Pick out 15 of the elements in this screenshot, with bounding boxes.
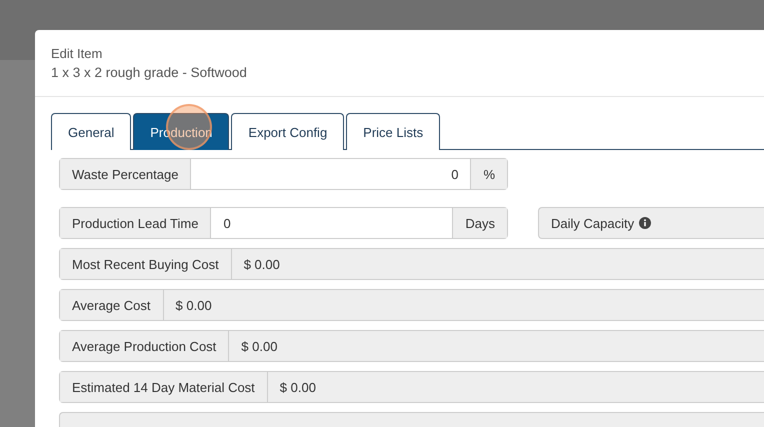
- input-field[interactable]: 0: [190, 159, 470, 189]
- dialog-title: Edit Item: [51, 45, 104, 63]
- tab[interactable]: General: [51, 113, 132, 150]
- dialog-subtitle: 1 x 3 x 2 rough grade - Softwood: [51, 64, 248, 82]
- cost-label: Average Production Cost: [60, 331, 228, 361]
- unit-label: Days: [452, 208, 507, 238]
- info-icon[interactable]: [639, 217, 652, 229]
- tab[interactable]: Price Lists: [346, 113, 440, 150]
- cost-value: $ 0.00: [228, 331, 290, 361]
- cost-value: $ 0.00: [266, 372, 328, 402]
- cost-value: $ 0.00: [230, 249, 292, 279]
- cost-value: $ 0.00: [162, 290, 224, 320]
- input-field[interactable]: 0: [210, 208, 452, 238]
- unit-label: %: [470, 159, 507, 189]
- tab[interactable]: Export Config: [231, 113, 344, 150]
